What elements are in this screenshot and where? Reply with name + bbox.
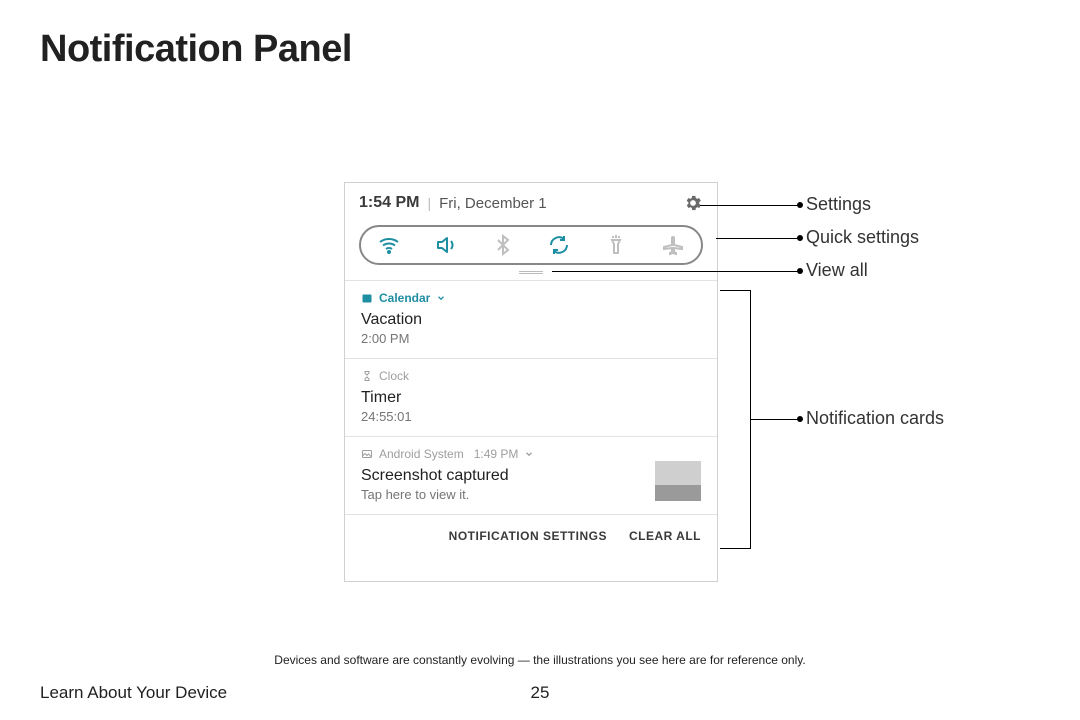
status-bar: 1:54 PM | Fri, December 1 — [359, 194, 547, 212]
wifi-icon[interactable] — [377, 233, 401, 257]
time-label: 1:54 PM — [359, 194, 419, 212]
callout-line — [700, 205, 800, 206]
notification-card[interactable]: Android System 1:49 PM Screenshot captur… — [345, 436, 717, 514]
flashlight-icon[interactable] — [604, 233, 628, 257]
card-app-row: Calendar — [361, 291, 701, 305]
divider: | — [427, 195, 431, 211]
card-app-row: Clock — [361, 369, 701, 383]
image-icon — [361, 448, 373, 460]
notification-card[interactable]: Clock Timer 24:55:01 — [345, 358, 717, 436]
disclaimer-text: Devices and software are constantly evol… — [0, 653, 1080, 667]
card-app-name: Clock — [379, 369, 409, 383]
notification-card[interactable]: Calendar Vacation 2:00 PM — [345, 280, 717, 358]
callout-quick-settings: Quick settings — [806, 227, 919, 248]
callout-notification-cards: Notification cards — [806, 408, 944, 429]
thumbnail-icon — [655, 461, 701, 501]
callout-line — [552, 271, 800, 272]
date-label: Fri, December 1 — [439, 195, 547, 212]
settings-icon[interactable] — [683, 193, 703, 213]
card-app-name: Calendar — [379, 291, 430, 305]
page-title: Notification Panel — [40, 28, 352, 71]
callout-line — [720, 290, 750, 291]
callout-line — [720, 548, 750, 549]
notification-panel: 1:54 PM | Fri, December 1 — [344, 182, 718, 582]
card-title: Timer — [361, 389, 701, 407]
card-time: 1:49 PM — [474, 447, 519, 461]
chevron-down-icon[interactable] — [524, 449, 534, 459]
card-title: Vacation — [361, 311, 701, 329]
card-subtext: 2:00 PM — [361, 331, 701, 346]
card-subtext: 24:55:01 — [361, 409, 701, 424]
card-app-name: Android System — [379, 447, 464, 461]
panel-footer: NOTIFICATION SETTINGS CLEAR ALL — [345, 514, 717, 557]
card-title: Screenshot captured — [361, 467, 701, 485]
sound-icon[interactable] — [434, 233, 458, 257]
bluetooth-icon[interactable] — [491, 233, 515, 257]
chevron-down-icon[interactable] — [436, 293, 446, 303]
callout-line — [716, 238, 800, 239]
auto-rotate-icon[interactable] — [547, 233, 571, 257]
notification-settings-button[interactable]: NOTIFICATION SETTINGS — [449, 529, 607, 543]
hourglass-icon — [361, 370, 373, 382]
clear-all-button[interactable]: CLEAR ALL — [629, 529, 701, 543]
quick-settings-row — [359, 225, 703, 265]
panel-header: 1:54 PM | Fri, December 1 — [345, 183, 717, 217]
callout-dot — [797, 416, 803, 422]
drag-handle-icon[interactable] — [519, 271, 543, 274]
card-subtext: Tap here to view it. — [361, 487, 701, 502]
airplane-icon[interactable] — [661, 233, 685, 257]
callout-line — [750, 419, 800, 420]
calendar-icon — [361, 292, 373, 304]
card-app-row: Android System 1:49 PM — [361, 447, 701, 461]
callout-settings: Settings — [806, 194, 871, 215]
page-number: 25 — [0, 683, 1080, 703]
callout-view-all: View all — [806, 260, 868, 281]
